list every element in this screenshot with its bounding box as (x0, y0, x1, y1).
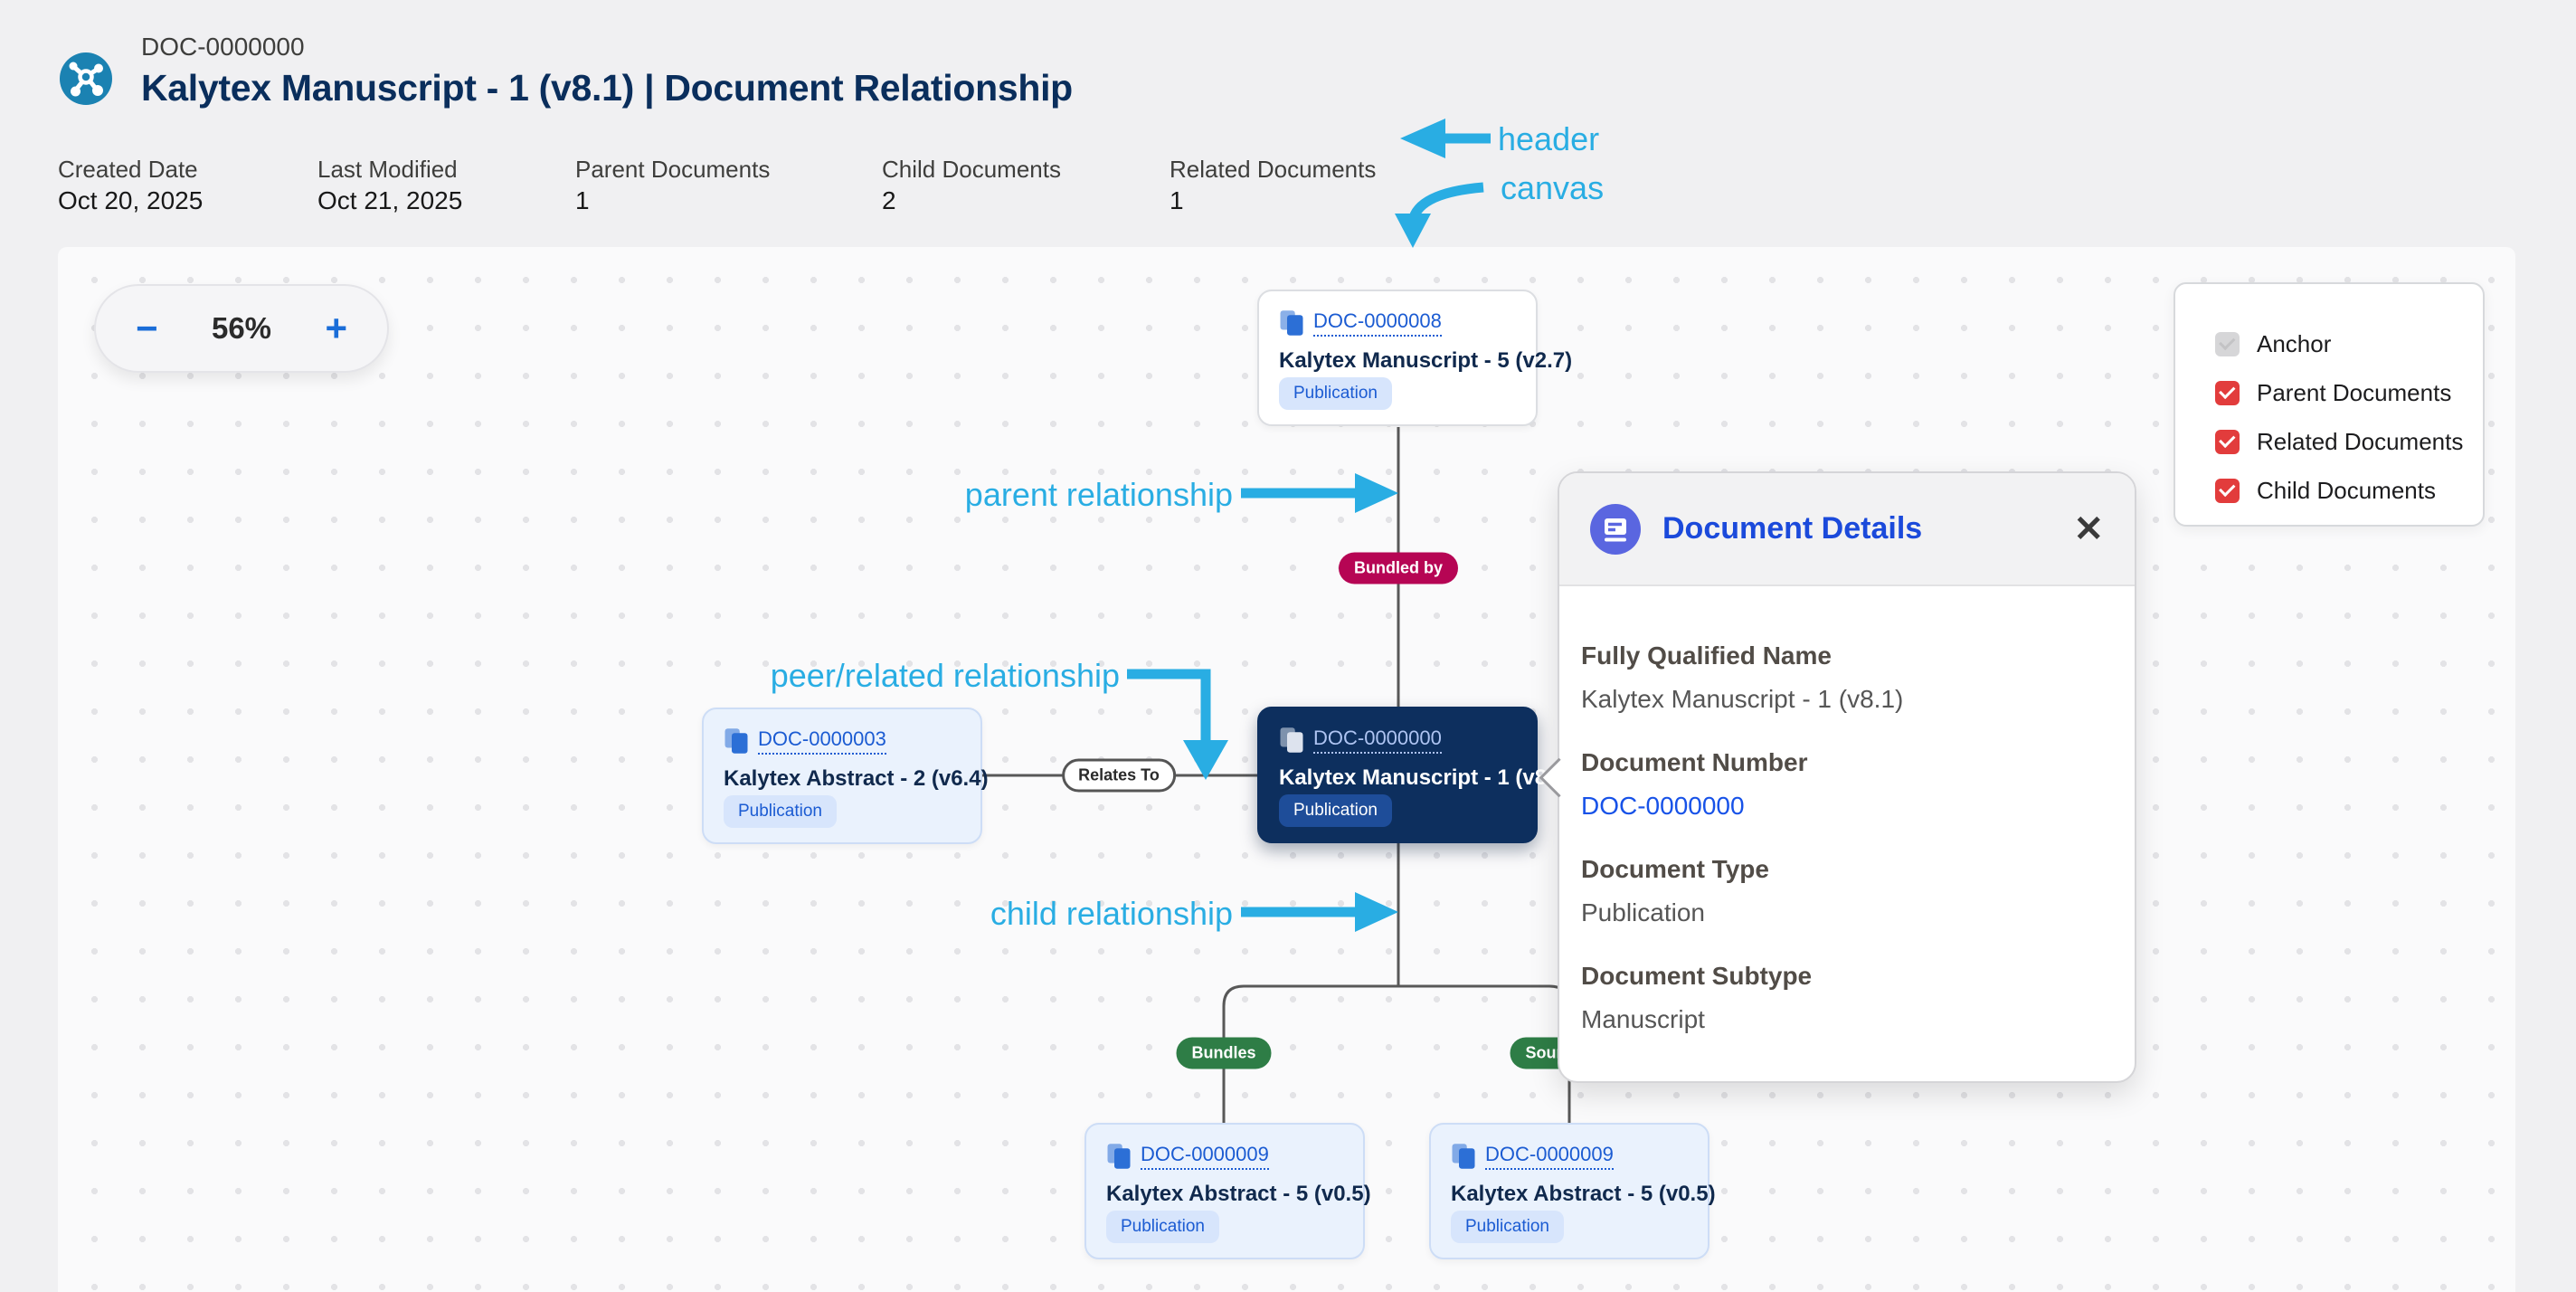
edge-label-bundled-by: Bundled by (1339, 553, 1458, 584)
stat-related-docs-label: Related Documents (1170, 156, 1376, 184)
node-doc-0000009-left[interactable]: DOC-0000009 Kalytex Abstract - 5 (v0.5) … (1084, 1123, 1365, 1259)
stat-created-date-label: Created Date (58, 156, 198, 184)
close-icon[interactable]: ✕ (2073, 511, 2104, 547)
checkbox-child-documents[interactable] (2215, 479, 2240, 503)
annotation-child-label: child relationship (941, 895, 1233, 933)
legend-panel: Anchor Parent Documents Related Document… (2174, 282, 2485, 527)
node-doc-0000003[interactable]: DOC-0000003 Kalytex Abstract - 2 (v6.4) … (702, 708, 982, 844)
checkmark-icon (2219, 432, 2235, 448)
zoom-in-button[interactable]: + (325, 309, 347, 347)
legend-item-anchor: Anchor (2215, 329, 2331, 358)
node-doc-link[interactable]: DOC-0000003 (758, 727, 886, 755)
document-relationship-page: DOC-0000000 Kalytex Manuscript - 1 (v8.1… (0, 0, 2576, 1292)
node-doc-0000009-right[interactable]: DOC-0000009 Kalytex Abstract - 5 (v0.5) … (1429, 1123, 1709, 1259)
annotation-canvas-label: canvas (1501, 169, 1604, 207)
node-doc-0000008[interactable]: DOC-0000008 Kalytex Manuscript - 5 (v2.7… (1257, 290, 1538, 426)
node-doc-link[interactable]: DOC-0000009 (1141, 1143, 1269, 1170)
checkbox-related-documents[interactable] (2215, 430, 2240, 454)
stat-child-docs-value: 2 (882, 186, 896, 215)
annotation-parent-label: parent relationship (941, 476, 1233, 514)
field-doc-subtype-value: Manuscript (1581, 1005, 1705, 1034)
field-doc-type-label: Document Type (1581, 855, 1769, 884)
stat-last-modified-label: Last Modified (317, 156, 458, 184)
stat-parent-docs-label: Parent Documents (575, 156, 770, 184)
node-doc-0000000-anchor[interactable]: DOC-0000000 Kalytex Manuscript - 1 (v8.1… (1257, 707, 1538, 843)
node-doc-link[interactable]: DOC-0000008 (1313, 309, 1442, 337)
field-fqn-value: Kalytex Manuscript - 1 (v8.1) (1581, 685, 1903, 714)
legend-item-child-documents[interactable]: Child Documents (2215, 476, 2436, 505)
zoom-out-button[interactable]: − (136, 309, 158, 347)
node-type-badge: Publication (1451, 1211, 1564, 1243)
node-doc-name: Kalytex Abstract - 5 (v0.5) (1106, 1182, 1343, 1207)
legend-item-parent-documents[interactable]: Parent Documents (2215, 378, 2451, 407)
canvas-arrow (1413, 187, 1483, 221)
stat-child-docs-label: Child Documents (882, 156, 1061, 184)
document-details-panel: Document Details ✕ Fully Qualified Name … (1558, 471, 2136, 1083)
checkmark-icon (2219, 383, 2235, 399)
node-type-badge: Publication (1279, 794, 1392, 827)
panel-title: Document Details (1662, 511, 2051, 546)
edge-label-relates-to: Relates To (1062, 759, 1176, 793)
zoom-control: − 56% + (94, 284, 389, 373)
checkmark-icon (2219, 334, 2235, 350)
field-doc-subtype-label: Document Subtype (1581, 962, 1812, 991)
node-type-badge: Publication (1106, 1211, 1219, 1243)
document-icon (724, 727, 749, 755)
stat-related-docs-value: 1 (1170, 186, 1184, 215)
field-fqn-label: Fully Qualified Name (1581, 641, 1832, 670)
edge-label-bundles: Bundles (1176, 1038, 1271, 1069)
field-doc-number-link[interactable]: DOC-0000000 (1581, 792, 1745, 821)
document-icon (1279, 309, 1304, 337)
document-icon (1451, 1143, 1476, 1170)
node-type-badge: Publication (1279, 377, 1392, 410)
checkbox-parent-documents[interactable] (2215, 381, 2240, 405)
node-doc-name: Kalytex Manuscript - 1 (v8.1) (1279, 765, 1516, 791)
stat-last-modified-value: Oct 21, 2025 (317, 186, 462, 215)
node-doc-link[interactable]: DOC-0000009 (1485, 1143, 1614, 1170)
document-icon (1279, 727, 1304, 754)
node-doc-link[interactable]: DOC-0000000 (1313, 727, 1442, 754)
node-doc-name: Kalytex Abstract - 5 (v0.5) (1451, 1182, 1688, 1207)
annotation-header-label: header (1498, 120, 1599, 158)
node-doc-name: Kalytex Manuscript - 5 (v2.7) (1279, 348, 1516, 374)
checkmark-icon (2219, 480, 2235, 497)
document-details-icon (1590, 504, 1641, 555)
annotation-peer-label: peer/related relationship (758, 657, 1120, 695)
zoom-level: 56% (212, 311, 271, 346)
stat-created-date-value: Oct 20, 2025 (58, 186, 203, 215)
page-title: Kalytex Manuscript - 1 (v8.1) | Document… (141, 67, 1073, 109)
field-doc-number-label: Document Number (1581, 748, 1807, 777)
field-doc-type-value: Publication (1581, 898, 1705, 927)
legend-item-related-documents[interactable]: Related Documents (2215, 427, 2463, 456)
header-doc-number: DOC-0000000 (141, 33, 305, 62)
stat-parent-docs-value: 1 (575, 186, 590, 215)
node-type-badge: Publication (724, 795, 837, 828)
node-doc-name: Kalytex Abstract - 2 (v6.4) (724, 766, 961, 792)
relationship-icon (60, 52, 112, 109)
document-icon (1106, 1143, 1132, 1170)
checkbox-anchor (2215, 332, 2240, 356)
panel-header: Document Details ✕ (1559, 473, 2135, 586)
